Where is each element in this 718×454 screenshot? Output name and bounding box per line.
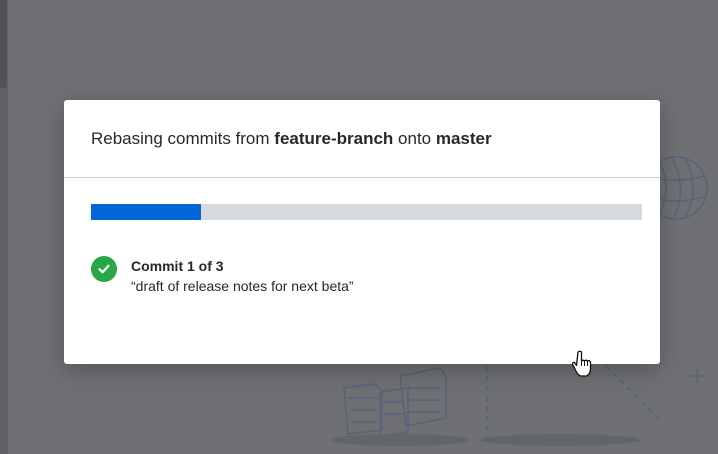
commit-count-label: Commit 1 of 3	[131, 258, 224, 274]
commit-info: Commit 1 of 3 “draft of release notes fo…	[131, 256, 354, 296]
check-circle-icon	[91, 256, 117, 282]
rebase-progress-bar	[91, 204, 642, 220]
commit-status-row: Commit 1 of 3 “draft of release notes fo…	[91, 256, 354, 296]
title-prefix: Rebasing commits from	[91, 128, 275, 148]
hand-pointer-icon	[572, 350, 592, 377]
target-branch-name: master	[435, 128, 492, 148]
commit-message: “draft of release notes for next beta”	[131, 278, 354, 294]
progress-bar-fill	[91, 204, 202, 220]
dialog-title: Rebasing commits from feature-branch ont…	[91, 129, 492, 149]
dialog-header: Rebasing commits from feature-branch ont…	[64, 100, 660, 178]
app-window: Rebasing commits from feature-branch ont…	[0, 0, 718, 454]
rebase-progress-dialog: Rebasing commits from feature-branch ont…	[64, 100, 660, 364]
title-middle: onto	[393, 128, 436, 148]
source-branch-name: feature-branch	[274, 128, 394, 148]
